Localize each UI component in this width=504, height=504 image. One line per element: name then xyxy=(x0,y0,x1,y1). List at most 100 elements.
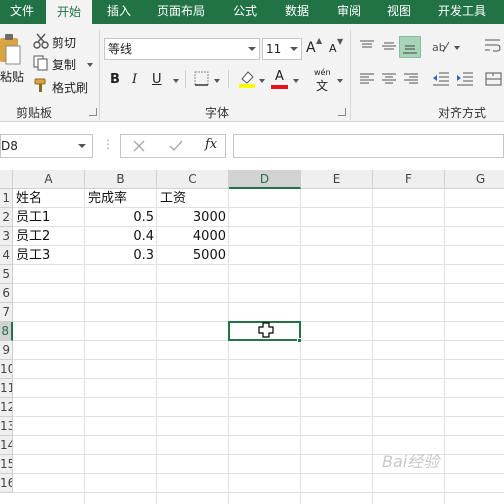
align-middle-icon[interactable] xyxy=(381,39,397,53)
cell-a2[interactable]: 员工1 xyxy=(13,208,85,227)
italic-button[interactable]: I xyxy=(132,72,137,87)
column-header-a[interactable]: A xyxy=(13,170,85,189)
tab-data[interactable]: 数据 xyxy=(274,0,320,24)
row-header[interactable]: 10 xyxy=(0,360,13,379)
cell-b2[interactable]: 0.5 xyxy=(85,208,157,227)
name-box[interactable]: D8 xyxy=(0,134,93,158)
scissors-icon[interactable] xyxy=(33,33,49,49)
row-header[interactable]: 15 xyxy=(0,455,13,474)
column-gridline xyxy=(444,189,445,504)
cell-b1[interactable]: 完成率 xyxy=(85,189,157,208)
shrink-arrow-icon: ▼ xyxy=(337,37,344,46)
cell-a3[interactable]: 员工2 xyxy=(13,227,85,246)
tab-review[interactable]: 审阅 xyxy=(326,0,372,24)
copy-icon[interactable] xyxy=(33,55,49,71)
select-all-corner[interactable] xyxy=(0,170,13,189)
borders-icon[interactable] xyxy=(194,71,210,87)
column-header-g[interactable]: G xyxy=(445,170,504,189)
row-header[interactable]: 14 xyxy=(0,436,13,455)
orientation-dropdown-icon[interactable] xyxy=(454,46,460,50)
fill-color-dropdown-icon[interactable] xyxy=(259,79,265,83)
format-painter-button[interactable]: 格式刷 xyxy=(52,79,88,96)
row-header[interactable]: 4 xyxy=(0,246,13,265)
cell-c2[interactable]: 3000 xyxy=(157,208,229,227)
row-gridline xyxy=(13,359,504,360)
paste-button[interactable]: 粘贴 xyxy=(0,68,24,85)
row-header[interactable]: 5 xyxy=(0,265,13,284)
format-painter-icon[interactable] xyxy=(33,78,49,94)
phonetic-dropdown-icon[interactable] xyxy=(337,79,343,83)
align-bottom-button[interactable] xyxy=(399,36,421,58)
wrap-text-icon[interactable] xyxy=(484,38,502,54)
column-header-d[interactable]: D xyxy=(229,170,301,189)
font-size-select[interactable]: 11 xyxy=(262,38,302,60)
row-header[interactable]: 11 xyxy=(0,379,13,398)
increase-indent-icon[interactable] xyxy=(456,71,474,87)
row-header[interactable]: 3 xyxy=(0,227,13,246)
cell-c4[interactable]: 5000 xyxy=(157,246,229,265)
cut-button[interactable]: 剪切 xyxy=(52,34,76,51)
clipboard-launcher-icon[interactable] xyxy=(89,108,97,116)
paste-icon[interactable] xyxy=(0,32,22,68)
cell-a1[interactable]: 姓名 xyxy=(13,189,85,208)
column-header-b[interactable]: B xyxy=(85,170,157,189)
tab-developer[interactable]: 开发工具 xyxy=(426,0,498,24)
font-launcher-icon[interactable] xyxy=(338,108,346,116)
row-header[interactable]: 9 xyxy=(0,341,13,360)
cell-c3[interactable]: 4000 xyxy=(157,227,229,246)
column-header-e[interactable]: E xyxy=(301,170,373,189)
row-header[interactable]: 6 xyxy=(0,284,13,303)
phonetic-button[interactable]: 文 xyxy=(316,77,328,94)
insert-function-button[interactable]: fx xyxy=(205,137,217,152)
cell-b3[interactable]: 0.4 xyxy=(85,227,157,246)
cancel-icon[interactable] xyxy=(133,140,145,152)
align-top-icon[interactable] xyxy=(359,39,375,53)
drag-handle-icon[interactable]: ⋮ xyxy=(102,137,114,151)
column-header-c[interactable]: C xyxy=(157,170,229,189)
shrink-font-button[interactable]: A xyxy=(329,42,337,55)
merge-center-icon[interactable] xyxy=(485,71,503,87)
copy-button[interactable]: 复制 xyxy=(52,56,76,73)
grow-arrow-icon: ▲ xyxy=(316,36,323,45)
tab-file[interactable]: 文件 xyxy=(0,0,44,24)
font-color-button[interactable]: A xyxy=(275,69,284,84)
font-color-dropdown-icon[interactable] xyxy=(293,79,299,83)
tab-page-layout[interactable]: 页面布局 xyxy=(146,0,216,24)
enter-icon[interactable] xyxy=(169,140,183,152)
svg-text:ab: ab xyxy=(432,41,446,54)
tab-formulas[interactable]: 公式 xyxy=(222,0,268,24)
font-color-swatch xyxy=(271,85,288,89)
tab-insert[interactable]: 插入 xyxy=(98,0,140,24)
cell-b4[interactable]: 0.3 xyxy=(85,246,157,265)
column-gridline xyxy=(372,189,373,504)
row-header[interactable]: 7 xyxy=(0,303,13,322)
underline-button[interactable]: U xyxy=(152,72,162,87)
grow-font-button[interactable]: A xyxy=(306,40,316,56)
font-size-value: 11 xyxy=(266,42,282,56)
row-header[interactable]: 1 xyxy=(0,189,13,208)
fill-color-icon[interactable] xyxy=(238,69,256,89)
cell-a4[interactable]: 员工3 xyxy=(13,246,85,265)
font-name-select[interactable]: 等线 xyxy=(104,38,260,60)
cell-c1[interactable]: 工资 xyxy=(157,189,229,208)
underline-dropdown-icon[interactable] xyxy=(173,79,179,83)
orientation-icon[interactable]: ab xyxy=(432,38,450,54)
tab-view[interactable]: 视图 xyxy=(376,0,422,24)
decrease-indent-icon[interactable] xyxy=(432,71,450,87)
align-left-icon[interactable] xyxy=(359,72,375,86)
row-header[interactable]: 16 xyxy=(0,474,13,493)
bold-button[interactable]: B xyxy=(110,72,120,87)
row-header[interactable]: 8 xyxy=(0,322,13,341)
row-header[interactable]: 13 xyxy=(0,417,13,436)
align-right-icon[interactable] xyxy=(403,72,419,86)
copy-dropdown-icon[interactable] xyxy=(87,63,93,67)
column-header-f[interactable]: F xyxy=(373,170,445,189)
formula-input[interactable] xyxy=(233,134,504,158)
row-header[interactable]: 2 xyxy=(0,208,13,227)
alignment-group-label: 对齐方式 xyxy=(438,106,487,120)
fill-handle[interactable] xyxy=(297,338,302,343)
row-header[interactable]: 12 xyxy=(0,398,13,417)
tab-home[interactable]: 开始 xyxy=(46,0,92,24)
borders-dropdown-icon[interactable] xyxy=(214,79,220,83)
align-center-icon[interactable] xyxy=(381,72,397,86)
